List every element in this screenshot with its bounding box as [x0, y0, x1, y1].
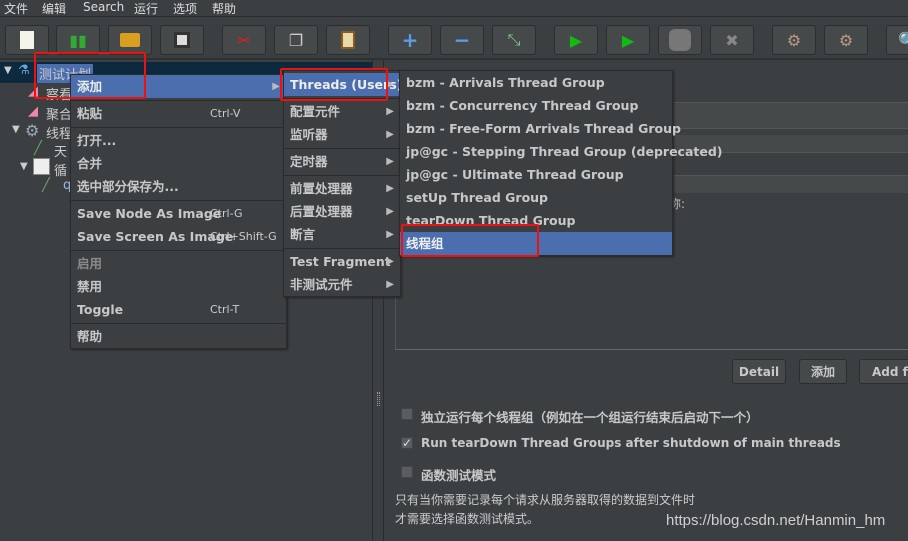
plus-icon: + [401, 28, 419, 52]
clear-button[interactable]: ⚙ [772, 25, 816, 55]
submenu-item-config[interactable]: 配置元件 ▶ [284, 100, 400, 123]
thread-item-concurrency[interactable]: bzm - Concurrency Thread Group [400, 94, 672, 117]
menu-item-save-node-image[interactable]: Save Node As Image Ctrl-G [71, 202, 286, 225]
cut-icon: ✂ [237, 30, 251, 50]
toggle-button[interactable]: ⤡ [492, 25, 536, 55]
open-button[interactable] [108, 25, 152, 55]
annotation-box [34, 52, 146, 99]
submenu-item-test-fragment[interactable]: Test Fragment ▶ [284, 250, 400, 273]
teardown-checkbox[interactable]: ✓ [401, 437, 413, 449]
cut-button[interactable]: ✂ [222, 25, 266, 55]
tree-node[interactable]: 循 [54, 160, 67, 179]
clear-all-button[interactable]: ⚙ [824, 25, 868, 55]
thread-group-icon: ⚙ [25, 121, 40, 140]
expand-button[interactable]: + [388, 25, 432, 55]
submenu-item-postprocessor[interactable]: 后置处理器 ▶ [284, 200, 400, 223]
menu-bar: 文件 编辑 Search 运行 选项 帮助 [0, 0, 908, 17]
paste-icon [341, 31, 355, 49]
save-icon [174, 32, 190, 48]
annotation-box [401, 224, 539, 257]
templates-icon: ▮▮ [69, 30, 87, 50]
sampler-icon: ╱ [42, 178, 50, 193]
menu-item-save-selection[interactable]: 选中部分保存为... [71, 175, 286, 198]
paste-button[interactable] [326, 25, 370, 55]
collapse-button[interactable]: − [440, 25, 484, 55]
loop-controller-icon [33, 158, 50, 175]
start-no-pause-button[interactable]: ▶ [606, 25, 650, 55]
open-icon [120, 33, 140, 47]
menu-search[interactable]: Search [83, 0, 124, 14]
new-button[interactable] [5, 25, 49, 55]
menu-file[interactable]: 文件 [4, 0, 28, 17]
templates-button[interactable]: ▮▮ [56, 25, 100, 55]
menu-options[interactable]: 选项 [173, 0, 197, 17]
save-button[interactable] [160, 25, 204, 55]
copy-icon: ❐ [288, 30, 304, 50]
submenu-item-preprocessor[interactable]: 前置处理器 ▶ [284, 177, 400, 200]
add-button[interactable]: 添加 [799, 359, 847, 384]
submenu-item-listener[interactable]: 监听器 ▶ [284, 123, 400, 146]
menu-run[interactable]: 运行 [134, 0, 158, 17]
clear-all-icon: ⚙ [838, 30, 854, 50]
thread-item-arrivals[interactable]: bzm - Arrivals Thread Group [400, 71, 672, 94]
start-button[interactable]: ▶ [554, 25, 598, 55]
serialize-thread-groups-checkbox[interactable] [401, 408, 413, 420]
submenu-item-timer[interactable]: 定时器 ▶ [284, 150, 400, 173]
stop-button[interactable] [658, 25, 702, 55]
search-button[interactable]: 🔍 [886, 25, 908, 55]
menu-item-enable: 启用 [77, 256, 103, 271]
submenu-item-non-test[interactable]: 非测试元件 ▶ [284, 273, 400, 296]
detail-button[interactable]: Detail [732, 359, 786, 384]
thread-item-free-form[interactable]: bzm - Free-Form Arrivals Thread Group [400, 117, 681, 140]
serialize-thread-groups-label: 独立运行每个线程组（例如在一个组运行结束后启动下一个） [421, 410, 759, 425]
stop-icon [669, 29, 691, 51]
functional-mode-checkbox[interactable] [401, 466, 413, 478]
expand-arrow-icon[interactable]: ▼ [12, 124, 20, 135]
check-icon: ✓ [402, 436, 413, 450]
tree-node[interactable]: 天 [54, 141, 67, 160]
shutdown-icon: ✖ [725, 30, 739, 50]
start-no-pause-icon: ▶ [621, 30, 635, 50]
menu-item-help[interactable]: 帮助 [71, 325, 286, 348]
menu-item-toggle[interactable]: Toggle Ctrl-T [71, 298, 286, 321]
add-from-clipboard-button[interactable]: Add fr [859, 359, 908, 384]
functional-mode-note-2: 才需要选择函数测试模式。 [395, 512, 540, 526]
listener-icon: ◢ [28, 104, 38, 119]
submenu-arrow-icon: ▶ [272, 81, 280, 92]
flask-icon: ⚗ [18, 63, 30, 78]
clear-icon: ⚙ [786, 30, 802, 50]
minus-icon: − [453, 28, 471, 52]
menu-item-paste[interactable]: 粘贴 Ctrl-V [71, 102, 286, 125]
menu-item-merge[interactable]: 合并 [71, 152, 286, 175]
copy-button[interactable]: ❐ [274, 25, 318, 55]
start-icon: ▶ [569, 30, 583, 50]
submenu-item-assertion[interactable]: 断言 ▶ [284, 223, 400, 246]
add-submenu: Threads (Users) ▶ 配置元件 ▶ 监听器 ▶ 定时器 ▶ 前置处理器 ▶ … [283, 70, 402, 297]
thread-item-stepping[interactable]: jp@gc - Stepping Thread Group (deprecate… [400, 140, 723, 163]
menu-item-disable[interactable]: 禁用 [71, 275, 286, 298]
watermark: https://blog.csdn.net/Hanmin_hm [666, 512, 886, 529]
expand-arrow-icon[interactable]: ▼ [20, 161, 28, 172]
functional-mode-note-1: 只有当你需要记录每个请求从服务器取得的数据到文件时 [395, 493, 696, 507]
annotation-box [280, 68, 388, 101]
tree-node[interactable]: 线程 [46, 123, 72, 142]
tree-node[interactable]: 聚合 [46, 104, 72, 123]
sampler-icon: ╱ [34, 141, 42, 156]
thread-item-setup[interactable]: setUp Thread Group [400, 186, 672, 209]
new-icon [20, 31, 34, 49]
thread-item-ultimate[interactable]: jp@gc - Ultimate Thread Group [400, 163, 672, 186]
menu-item-save-screen-image[interactable]: Save Screen As Image Ctrl+Shift-G [71, 225, 286, 248]
menu-help[interactable]: 帮助 [212, 0, 236, 17]
context-menu: 添加 ▶ 粘贴 Ctrl-V 打开... 合并 选中部分保存为... Save No… [70, 74, 287, 349]
menu-edit[interactable]: 编辑 [42, 0, 66, 17]
toggle-icon: ⤡ [507, 30, 521, 49]
teardown-label: Run tearDown Thread Groups after shutdow… [421, 436, 841, 450]
functional-mode-label: 函数测试模式 [421, 468, 497, 483]
expand-arrow-icon[interactable]: ▼ [4, 65, 12, 76]
shutdown-button[interactable]: ✖ [710, 25, 754, 55]
search-icon: 🔍 [898, 30, 908, 50]
menu-item-open[interactable]: 打开... [71, 129, 286, 152]
